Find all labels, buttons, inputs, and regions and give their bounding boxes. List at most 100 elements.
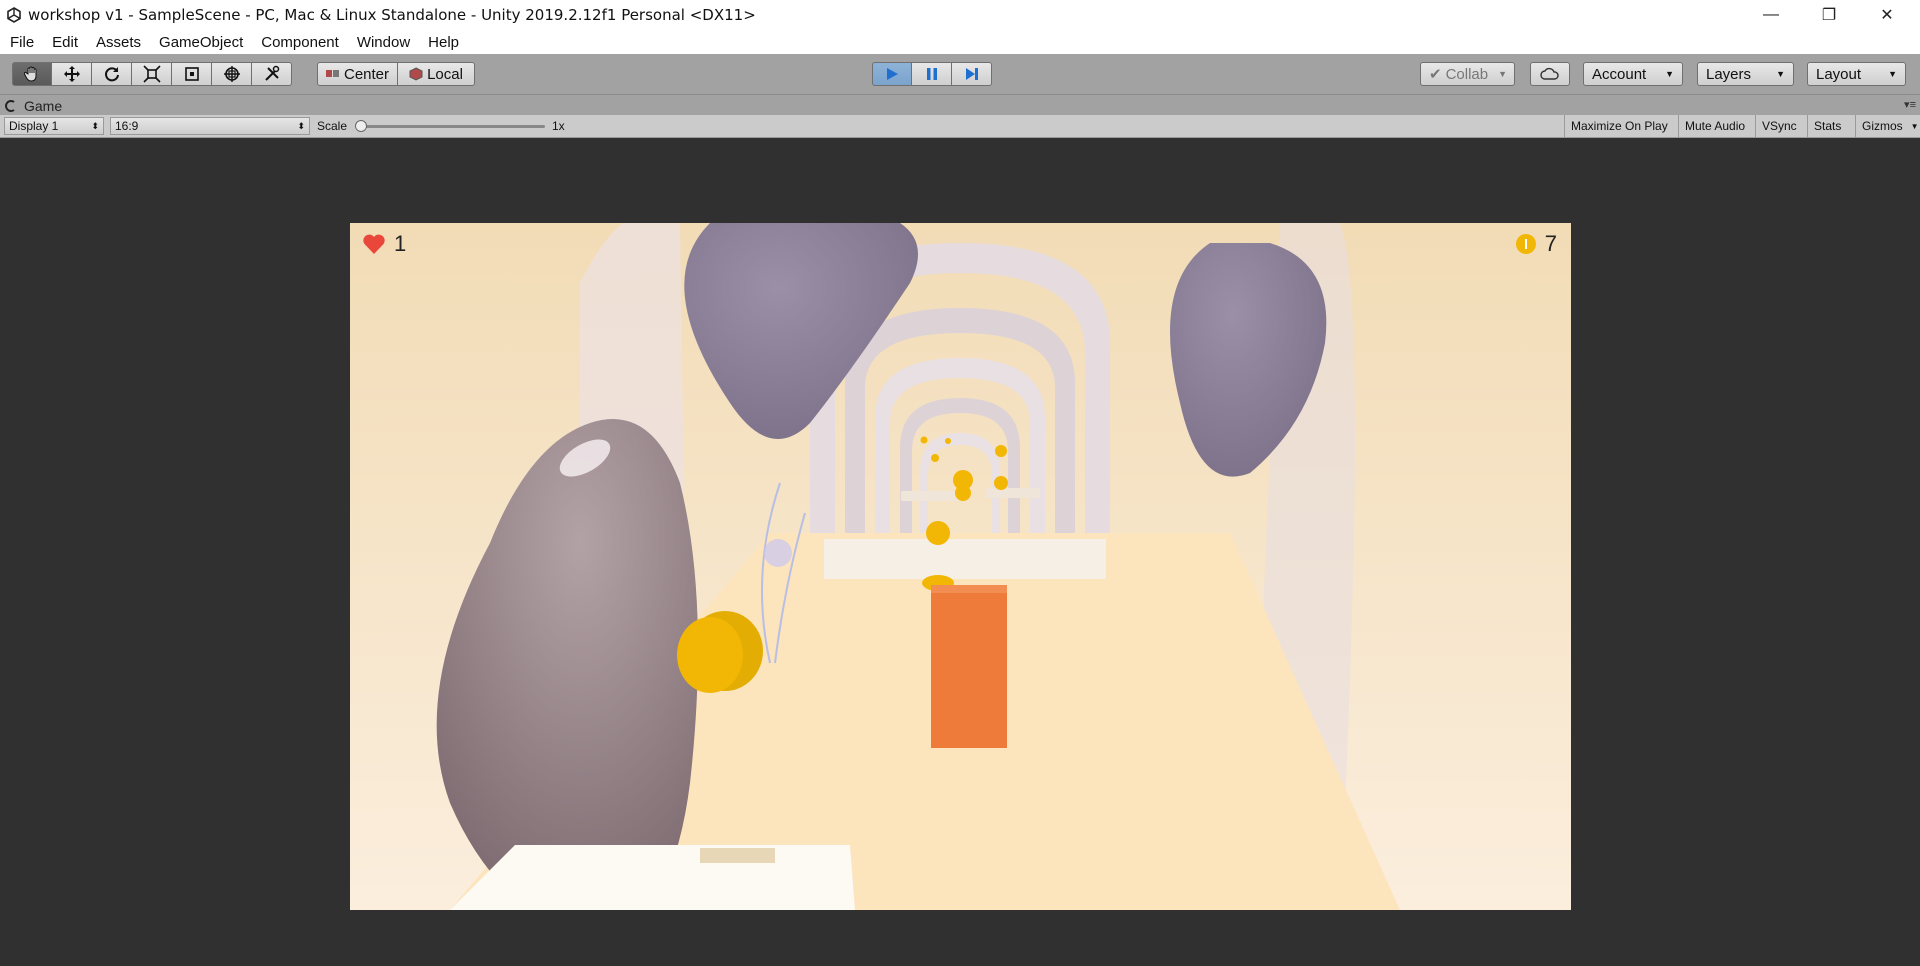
scale-value: 1x — [552, 119, 565, 133]
coin-icon — [1515, 234, 1536, 254]
cloud-button[interactable] — [1530, 62, 1570, 86]
menu-bar: File Edit Assets GameObject Component Wi… — [0, 30, 1920, 54]
pivot-toggles: Center Local — [317, 62, 475, 86]
mute-audio-toggle[interactable]: Mute Audio — [1678, 115, 1751, 137]
coin — [926, 521, 950, 545]
play-button[interactable] — [872, 62, 912, 86]
coin — [945, 438, 951, 444]
account-label: Account — [1592, 65, 1647, 83]
tab-game-label: Game — [24, 98, 63, 114]
window-title: workshop v1 - SampleScene - PC, Mac & Li… — [28, 6, 756, 24]
platform — [985, 488, 1040, 498]
rotate-icon — [104, 67, 119, 82]
menu-edit[interactable]: Edit — [44, 34, 86, 51]
step-button[interactable] — [952, 62, 992, 86]
move-icon — [63, 66, 80, 82]
transform-icon — [223, 66, 240, 82]
local-space-icon — [409, 67, 423, 81]
heart-icon — [363, 234, 385, 254]
panel-menu-icon[interactable]: ▾≡ — [1904, 98, 1916, 111]
lives-value: 1 — [394, 231, 407, 256]
chevron-down-icon: ▼ — [1776, 69, 1785, 79]
maximize-on-play-toggle[interactable]: Maximize On Play — [1564, 115, 1674, 137]
display-label: Display 1 — [9, 119, 59, 133]
menu-window[interactable]: Window — [349, 34, 418, 51]
hand-icon — [23, 66, 37, 82]
step-icon — [965, 68, 978, 80]
menu-component[interactable]: Component — [253, 34, 347, 51]
coin — [955, 485, 971, 501]
coin — [994, 476, 1008, 490]
window-titlebar: workshop v1 - SampleScene - PC, Mac & Li… — [0, 0, 1920, 30]
account-dropdown[interactable]: Account ▼ — [1583, 62, 1683, 86]
close-icon: ✕ — [1880, 7, 1894, 24]
pivot-local-label: Local — [427, 65, 463, 83]
minimize-button[interactable]: — — [1743, 0, 1799, 30]
rotate-tool-button[interactable] — [92, 62, 132, 86]
aspect-dropdown[interactable]: 16:9 ⬍ — [110, 117, 310, 135]
cloud-icon — [1540, 67, 1559, 80]
pivot-center-button[interactable]: Center — [317, 62, 398, 86]
move-tool-button[interactable] — [52, 62, 92, 86]
platform — [450, 845, 855, 910]
aspect-label: 16:9 — [115, 119, 139, 133]
pause-icon — [926, 68, 937, 80]
coin — [920, 436, 928, 444]
display-dropdown[interactable]: Display 1 ⬍ — [4, 117, 104, 135]
platform-shadow — [700, 848, 775, 863]
chevron-down-icon: ▼ — [1910, 121, 1919, 131]
playback-controls — [872, 62, 992, 86]
layout-label: Layout — [1816, 65, 1862, 83]
custom-tool-button[interactable] — [252, 62, 292, 86]
close-button[interactable]: ✕ — [1859, 0, 1915, 30]
scale-slider[interactable] — [355, 115, 545, 137]
collab-label: Collab — [1445, 65, 1489, 83]
updown-icon: ⬍ — [297, 120, 305, 131]
scale-tool-button[interactable] — [132, 62, 172, 86]
rect-icon — [184, 67, 199, 81]
menu-assets[interactable]: Assets — [88, 34, 149, 51]
vsync-toggle[interactable]: VSync — [1755, 115, 1803, 137]
menu-gameobject[interactable]: GameObject — [151, 34, 251, 51]
game-viewport[interactable]: 1 7 — [350, 223, 1571, 910]
main-toolbar: Center Local ✔ Collab ▼ Account ▼ Layers… — [0, 54, 1920, 95]
menu-help[interactable]: Help — [420, 34, 467, 51]
rect-tool-button[interactable] — [172, 62, 212, 86]
layout-dropdown[interactable]: Layout ▼ — [1807, 62, 1906, 86]
restore-icon: ❐ — [1821, 7, 1837, 24]
player-block-top — [931, 585, 1007, 593]
pivot-center-label: Center — [343, 65, 390, 83]
scale-slider-track — [359, 125, 545, 128]
transform-tool-button[interactable] — [212, 62, 252, 86]
restore-button[interactable]: ❐ — [1801, 0, 1857, 30]
chevron-down-icon: ▼ — [1665, 69, 1674, 79]
gizmos-dropdown[interactable]: Gizmos ▼ — [1855, 115, 1920, 137]
stats-toggle[interactable]: Stats — [1807, 115, 1847, 137]
minimize-icon: — — [1763, 6, 1779, 23]
coin — [995, 445, 1007, 457]
menu-file[interactable]: File — [2, 34, 42, 51]
collab-dropdown[interactable]: ✔ Collab ▼ — [1420, 62, 1515, 86]
coin-counter: 7 — [1515, 231, 1557, 257]
transform-tools — [12, 62, 292, 86]
check-icon: ✔ — [1429, 66, 1442, 83]
scale-icon — [142, 65, 161, 83]
layers-label: Layers — [1706, 65, 1752, 83]
pivot-center-icon — [325, 70, 339, 77]
play-icon — [887, 68, 898, 80]
hand-tool-button[interactable] — [12, 62, 52, 86]
tab-game[interactable]: Game — [4, 97, 62, 115]
platform — [901, 491, 961, 501]
tools-icon — [264, 65, 279, 81]
game-view-toolbar: Display 1 ⬍ 16:9 ⬍ Scale 1x Maximize On … — [0, 115, 1920, 138]
updown-icon: ⬍ — [91, 120, 99, 131]
pause-button[interactable] — [912, 62, 952, 86]
layers-dropdown[interactable]: Layers ▼ — [1697, 62, 1794, 86]
pivot-local-button[interactable]: Local — [398, 62, 475, 86]
coins-value: 7 — [1544, 231, 1557, 256]
gizmos-label: Gizmos — [1862, 119, 1903, 133]
chevron-down-icon: ▼ — [1498, 69, 1508, 79]
scale-slider-thumb[interactable] — [355, 120, 367, 132]
lives-counter: 1 — [362, 231, 406, 257]
game-icon — [5, 100, 15, 112]
